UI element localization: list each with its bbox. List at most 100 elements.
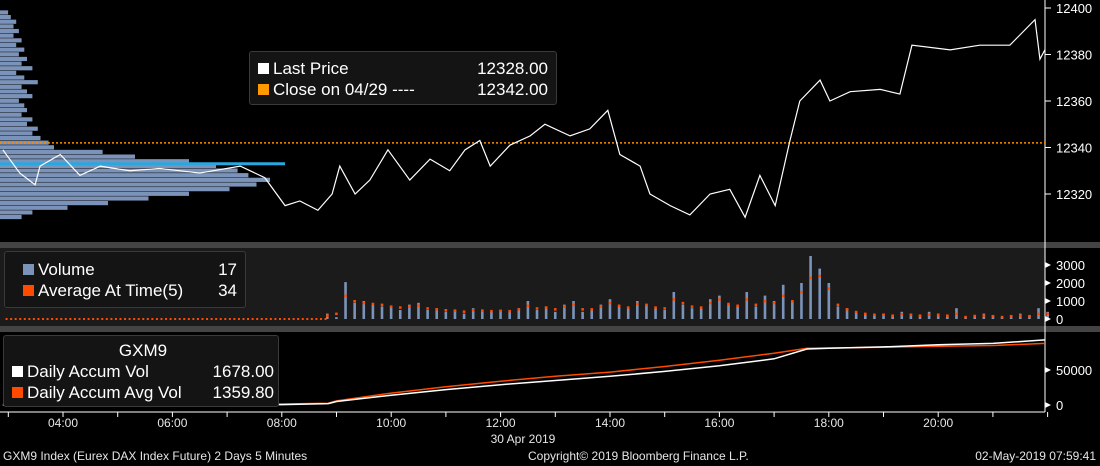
volume-bar [736,306,739,319]
volume-bar [344,282,347,319]
legend-value: 1678.00 [212,361,274,381]
legend-value: 34 [218,280,237,300]
volume-profile-bar [0,108,27,113]
volume-profile-bar [0,80,38,85]
average-dot [133,318,136,320]
volume-bar [690,308,694,319]
average-dot [178,318,181,320]
average-dot [681,301,685,305]
average-dot [192,318,195,320]
average-dot [105,318,108,320]
average-dot [310,318,313,320]
average-dot [645,303,648,307]
volume-profile-bar [0,42,17,48]
y-tick-label: 0 [1056,398,1063,413]
average-dot [462,310,466,313]
average-dot [183,318,186,320]
y-tick-label: 12340 [1056,141,1092,156]
x-tick-label: 06:00 [157,416,188,430]
average-dot [1009,314,1013,318]
volume-profile-bar [0,75,25,80]
average-dot [590,308,594,311]
volume-profile-bar [0,187,230,192]
average-dot [160,318,163,320]
y-tick-arrow-icon [1045,262,1051,268]
average-dot [87,318,90,320]
average-dot [490,309,493,313]
average-dot [315,318,318,320]
volume-bar [672,292,676,319]
average-dot [5,318,8,320]
volume-profile-bar [0,117,33,122]
average-dot [955,312,958,316]
volume-bar [353,302,356,319]
average-dot [306,318,309,320]
legend-item-accum-vol: Daily Accum Vol 1678.00 [12,361,274,382]
legend-label: Close on 04/29 ---- [273,79,415,99]
average-dot [417,304,420,307]
panel-divider [0,242,1100,248]
average-dot [78,318,81,320]
legend-item-average: Average At Time(5) 34 [23,280,237,301]
average-dot [918,314,922,317]
orange-swatch-icon [23,285,34,296]
volume-profile-bar [0,66,33,71]
average-dot [114,318,117,320]
average-dot [251,318,254,320]
legend-value: 1359.80 [212,382,274,402]
average-dot [435,308,439,311]
volume-profile-bar [0,145,54,150]
volume-bar [535,310,539,319]
volume-bar [380,306,384,319]
average-dot [636,302,639,306]
date-label: 30 Apr 2019 [490,432,556,446]
volume-profile-bar [0,15,11,20]
average-dot [745,298,749,301]
average-dot [900,312,904,316]
average-dot [196,318,199,320]
x-tick-label: 16:00 [704,416,735,430]
legend-value: 12342.00 [477,79,548,99]
average-dot [83,318,86,320]
average-dot [371,302,375,306]
average-dot [335,312,338,316]
volume-profile-bar [0,98,19,103]
volume-bar [781,284,785,319]
average-dot [408,305,411,308]
price-legend: Last Price 12328.00 Close on 04/29 ---- 12… [249,51,557,105]
average-dot [37,318,40,320]
average-dot [481,309,484,312]
average-dot [572,303,575,307]
average-dot [353,300,356,303]
legend-title: GXM9 [118,340,168,360]
volume-bar [371,304,375,319]
volume-bar [590,310,594,319]
average-dot [247,318,250,320]
average-dot [818,274,821,278]
average-dot [699,306,703,309]
average-dot [845,308,849,311]
white-swatch-icon [12,366,23,377]
average-dot [319,318,322,320]
average-dot [1000,315,1004,319]
average-dot [151,318,154,320]
volume-profile-bar [0,135,41,141]
average-dot [101,318,104,320]
accum-legend: GXM9 Daily Accum Vol 1678.00 Daily Accum … [3,335,279,407]
average-dot [946,314,949,317]
legend-value: 12328.00 [477,58,548,78]
average-dot [563,305,566,308]
average-dot [128,318,131,320]
volume-profile-bar [0,182,257,187]
x-tick-label: 20:00 [923,416,954,430]
average-dot [60,318,63,320]
average-dot [882,313,885,316]
average-dot [398,306,402,309]
volume-bar [526,301,530,319]
average-dot [991,314,995,318]
y-tick-label: 12380 [1056,48,1092,63]
footer-copyright: Copyright© 2019 Bloomberg Finance L.P. [528,449,749,463]
average-dot [544,306,548,309]
volume-bar [617,306,621,319]
average-dot [256,318,259,320]
